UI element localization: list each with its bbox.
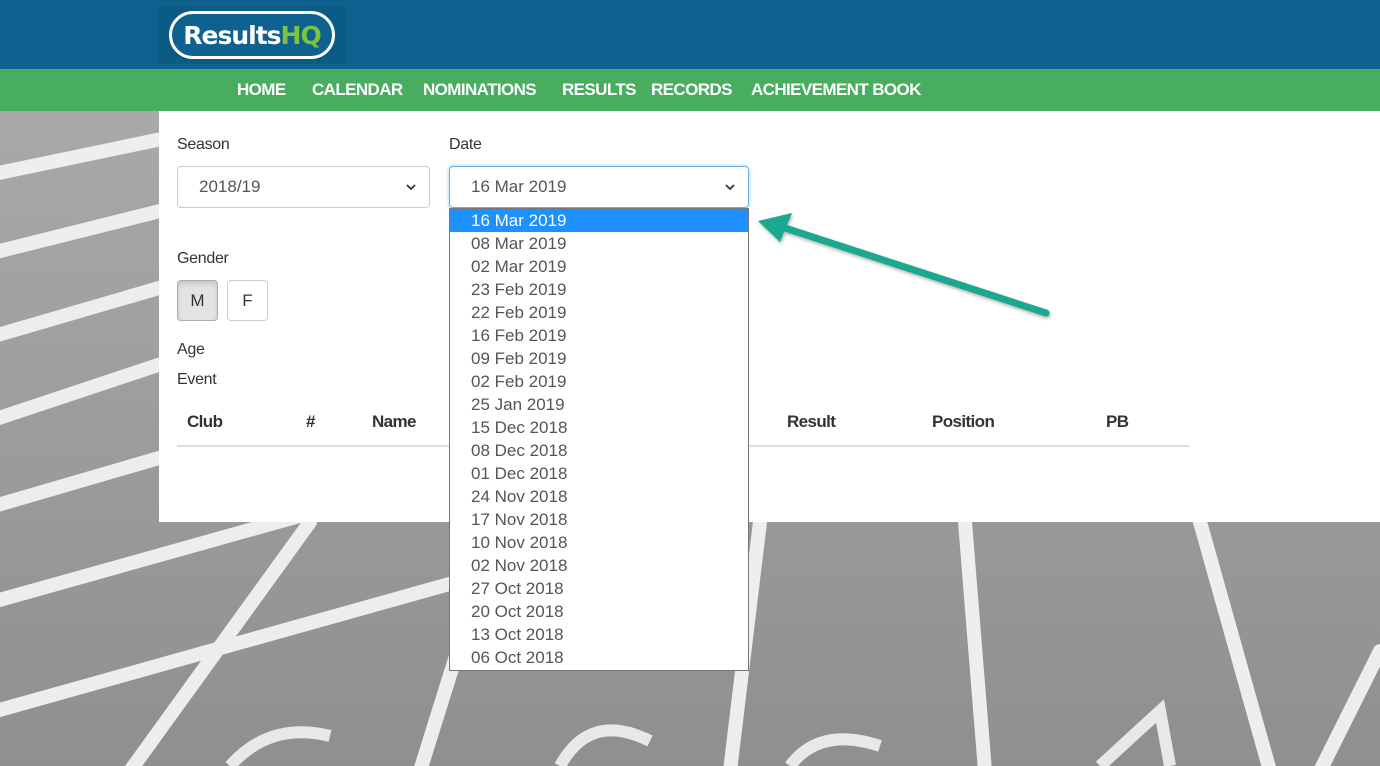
site-header: ResultsHQ bbox=[0, 0, 1380, 69]
date-option[interactable]: 23 Feb 2019 bbox=[450, 278, 748, 301]
gender-label: Gender bbox=[177, 250, 229, 267]
date-option[interactable]: 27 Oct 2018 bbox=[450, 577, 748, 600]
logo-main-text: Results bbox=[183, 20, 281, 50]
chevron-down-icon bbox=[725, 184, 735, 191]
date-option[interactable]: 09 Feb 2019 bbox=[450, 347, 748, 370]
date-dropdown-list[interactable]: 16 Mar 2019 08 Mar 2019 02 Mar 2019 23 F… bbox=[449, 208, 749, 671]
logo-text: ResultsHQ bbox=[183, 20, 322, 50]
nav-records[interactable]: RECORDS bbox=[651, 80, 732, 100]
logo-badge: ResultsHQ bbox=[169, 11, 335, 59]
column-header-result[interactable]: Result bbox=[787, 412, 836, 432]
resultshq-logo[interactable]: ResultsHQ bbox=[158, 6, 346, 64]
season-select[interactable]: 2018/19 bbox=[177, 166, 430, 208]
event-label: Event bbox=[177, 371, 217, 388]
date-option[interactable]: 17 Nov 2018 bbox=[450, 508, 748, 531]
date-option[interactable]: 22 Feb 2019 bbox=[450, 301, 748, 324]
date-option[interactable]: 02 Nov 2018 bbox=[450, 554, 748, 577]
column-header-pb[interactable]: PB bbox=[1106, 412, 1129, 432]
column-header-number[interactable]: # bbox=[306, 412, 315, 432]
age-label: Age bbox=[177, 341, 205, 358]
date-option[interactable]: 15 Dec 2018 bbox=[450, 416, 748, 439]
date-option[interactable]: 13 Oct 2018 bbox=[450, 623, 748, 646]
date-label: Date bbox=[449, 136, 482, 153]
logo-accent-text: HQ bbox=[280, 20, 322, 50]
date-option[interactable]: 16 Feb 2019 bbox=[450, 324, 748, 347]
season-label: Season bbox=[177, 136, 230, 153]
nav-calendar[interactable]: CALENDAR bbox=[312, 80, 403, 100]
season-value: 2018/19 bbox=[199, 177, 261, 196]
column-header-club[interactable]: Club bbox=[187, 412, 223, 432]
date-option[interactable]: 20 Oct 2018 bbox=[450, 600, 748, 623]
nav-nominations[interactable]: NOMINATIONS bbox=[423, 80, 537, 100]
date-option[interactable]: 02 Feb 2019 bbox=[450, 370, 748, 393]
column-header-name[interactable]: Name bbox=[372, 412, 417, 432]
date-option[interactable]: 08 Dec 2018 bbox=[450, 439, 748, 462]
date-option[interactable]: 10 Nov 2018 bbox=[450, 531, 748, 554]
date-option[interactable]: 06 Oct 2018 bbox=[450, 646, 748, 669]
column-header-position[interactable]: Position bbox=[932, 412, 995, 432]
date-option[interactable]: 24 Nov 2018 bbox=[450, 485, 748, 508]
date-option[interactable]: 02 Mar 2019 bbox=[450, 255, 748, 278]
date-option[interactable]: 01 Dec 2018 bbox=[450, 462, 748, 485]
main-nav: HOME CALENDAR NOMINATIONS RESULTS RECORD… bbox=[0, 69, 1380, 111]
date-option[interactable]: 16 Mar 2019 bbox=[450, 209, 748, 232]
date-option[interactable]: 08 Mar 2019 bbox=[450, 232, 748, 255]
gender-f-button[interactable]: F bbox=[227, 280, 268, 321]
date-option[interactable]: 25 Jan 2019 bbox=[450, 393, 748, 416]
chevron-down-icon bbox=[406, 184, 416, 191]
nav-results[interactable]: RESULTS bbox=[562, 80, 636, 100]
gender-m-button[interactable]: M bbox=[177, 280, 218, 321]
date-value: 16 Mar 2019 bbox=[471, 177, 567, 196]
nav-home[interactable]: HOME bbox=[237, 80, 286, 100]
nav-achievement-book[interactable]: ACHIEVEMENT BOOK bbox=[751, 80, 921, 100]
date-select[interactable]: 16 Mar 2019 bbox=[449, 166, 749, 208]
